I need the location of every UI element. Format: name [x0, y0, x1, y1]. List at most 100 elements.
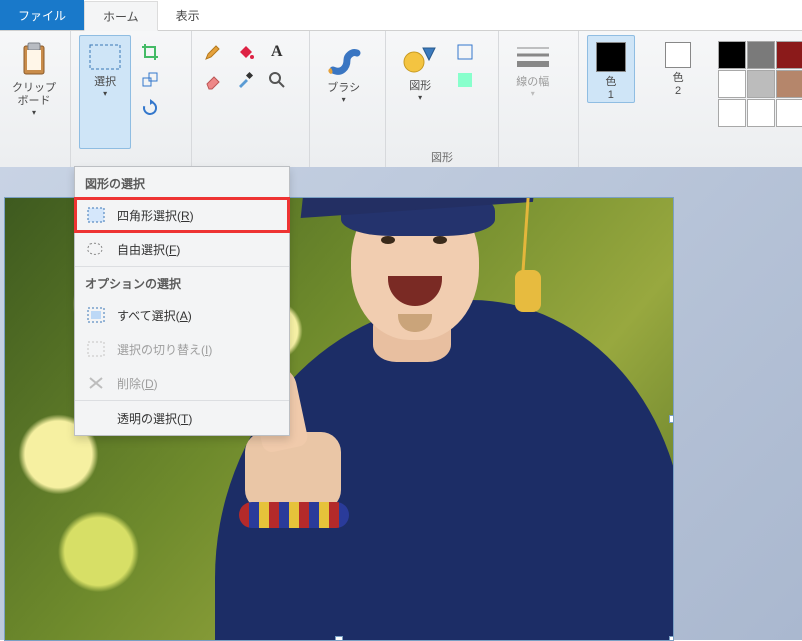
shape-fill-button[interactable] [452, 69, 478, 91]
freeform-select-icon [85, 238, 107, 260]
shapes-button[interactable]: 図形 ▾ [394, 35, 446, 103]
rotate-button[interactable] [137, 97, 163, 119]
dropdown-section-shapes: 図形の選択 [75, 167, 289, 198]
group-color1: 色1 [579, 31, 647, 167]
resize-handle-s[interactable] [335, 636, 343, 641]
color2-swatch [665, 42, 691, 68]
clipboard-button[interactable]: クリップボード ▾ [8, 35, 60, 118]
chevron-down-icon: ▾ [531, 89, 535, 98]
brushes-label: ブラシ [327, 82, 360, 95]
shapes-label: 図形 [409, 80, 431, 93]
group-stroke: 線の幅 ▾ [499, 31, 579, 167]
menu-select-all[interactable]: すべて選択(A) [75, 298, 289, 332]
palette-swatch[interactable] [747, 99, 775, 127]
group-shapes: 図形 ▾ 図形 [386, 31, 499, 167]
invert-icon [85, 338, 107, 360]
select-button[interactable]: 選択 ▾ [79, 35, 131, 149]
menu-label: 四角形選択(R) [117, 207, 194, 224]
palette-swatch[interactable] [776, 70, 802, 98]
ribbon: クリップボード ▾ 選択 ▾ A ブラシ ▾ [0, 31, 802, 168]
group-palette [710, 31, 802, 167]
resize-handle-se[interactable] [669, 636, 674, 641]
menu-transparent-selection[interactable]: 透明の選択(T) [75, 401, 289, 435]
text-icon: A [271, 43, 283, 61]
crop-icon [141, 43, 159, 61]
tab-strip: ファイル ホーム 表示 [0, 0, 802, 31]
tab-view[interactable]: 表示 [158, 0, 218, 30]
menu-label: 削除(D) [117, 375, 158, 392]
zoom-icon [267, 70, 287, 90]
select-dropdown: 図形の選択 四角形選択(R) 自由選択(F) オプションの選択 すべて選択(A)… [74, 166, 290, 436]
rect-select-icon [85, 204, 107, 226]
menu-label: 選択の切り替え(I) [117, 341, 212, 358]
eraser-icon [203, 70, 223, 90]
palette-swatch[interactable] [718, 99, 746, 127]
group-brushes: ブラシ ▾ [310, 31, 387, 167]
shape-tools [452, 35, 476, 103]
palette-swatch[interactable] [776, 41, 802, 69]
shapes-icon [401, 42, 439, 76]
outline-icon [456, 43, 474, 61]
fill-icon [456, 71, 474, 89]
fill-button[interactable] [232, 41, 258, 63]
color1-swatch [596, 42, 626, 72]
resize-icon [141, 71, 159, 89]
eyedropper-icon [235, 70, 255, 90]
resize-handle-e[interactable] [669, 415, 674, 423]
menu-label: すべて選択(A) [117, 307, 192, 324]
menu-rectangular-select[interactable]: 四角形選択(R) [75, 198, 289, 232]
palette-swatch[interactable] [718, 70, 746, 98]
brushes-button[interactable]: ブラシ ▾ [318, 35, 370, 105]
palette-swatch[interactable] [776, 99, 802, 127]
palette-swatch[interactable] [747, 41, 775, 69]
stroke-width-icon [513, 42, 553, 72]
shapes-group-label: 図形 [386, 149, 498, 165]
menu-freeform-select[interactable]: 自由選択(F) [75, 232, 289, 266]
resize-button[interactable] [137, 69, 163, 91]
color2-label: 色2 [673, 72, 684, 98]
menu-label: 自由選択(F) [117, 241, 180, 258]
color-palette [718, 35, 802, 125]
magnifier-button[interactable] [264, 69, 290, 91]
group-image: 選択 ▾ [71, 31, 192, 167]
rotate-icon [141, 99, 159, 117]
group-tools: A [192, 31, 310, 167]
pencil-icon [203, 42, 223, 62]
tab-home[interactable]: ホーム [84, 1, 158, 31]
color1-label: 色1 [605, 76, 616, 102]
text-button[interactable]: A [264, 41, 290, 63]
clipboard-label: クリップボード [12, 82, 56, 108]
group-clipboard: クリップボード ▾ [0, 31, 71, 167]
delete-icon [85, 372, 107, 394]
palette-swatch[interactable] [747, 70, 775, 98]
chevron-down-icon: ▾ [32, 108, 36, 117]
chevron-down-icon: ▾ [342, 95, 346, 104]
menu-delete: 削除(D) [75, 366, 289, 400]
stroke-width-label: 線の幅 [516, 76, 549, 89]
menu-invert-selection: 選択の切り替え(I) [75, 332, 289, 366]
eraser-button[interactable] [200, 69, 226, 91]
color2-button[interactable]: 色2 [655, 35, 701, 99]
picker-button[interactable] [232, 69, 258, 91]
bucket-icon [235, 42, 255, 62]
select-label: 選択 [94, 76, 116, 89]
stroke-width-button[interactable]: 線の幅 ▾ [507, 35, 559, 99]
image-tools [137, 35, 163, 149]
checkbox-empty-icon [85, 407, 107, 429]
crop-button[interactable] [137, 41, 163, 63]
palette-swatch[interactable] [718, 41, 746, 69]
color1-button[interactable]: 色1 [587, 35, 635, 103]
dropdown-section-options: オプションの選択 [75, 267, 289, 298]
chevron-down-icon: ▾ [418, 93, 422, 102]
group-color2: 色2 [647, 31, 710, 167]
select-all-icon [85, 304, 107, 326]
outline-button[interactable] [452, 41, 478, 63]
tools: A [200, 35, 301, 91]
brush-icon [325, 42, 363, 78]
select-rect-icon [87, 42, 123, 72]
menu-label: 透明の選択(T) [117, 410, 192, 427]
clipboard-icon [19, 42, 49, 78]
chevron-down-icon: ▾ [103, 89, 107, 98]
tab-file[interactable]: ファイル [0, 0, 84, 30]
pencil-button[interactable] [200, 41, 226, 63]
